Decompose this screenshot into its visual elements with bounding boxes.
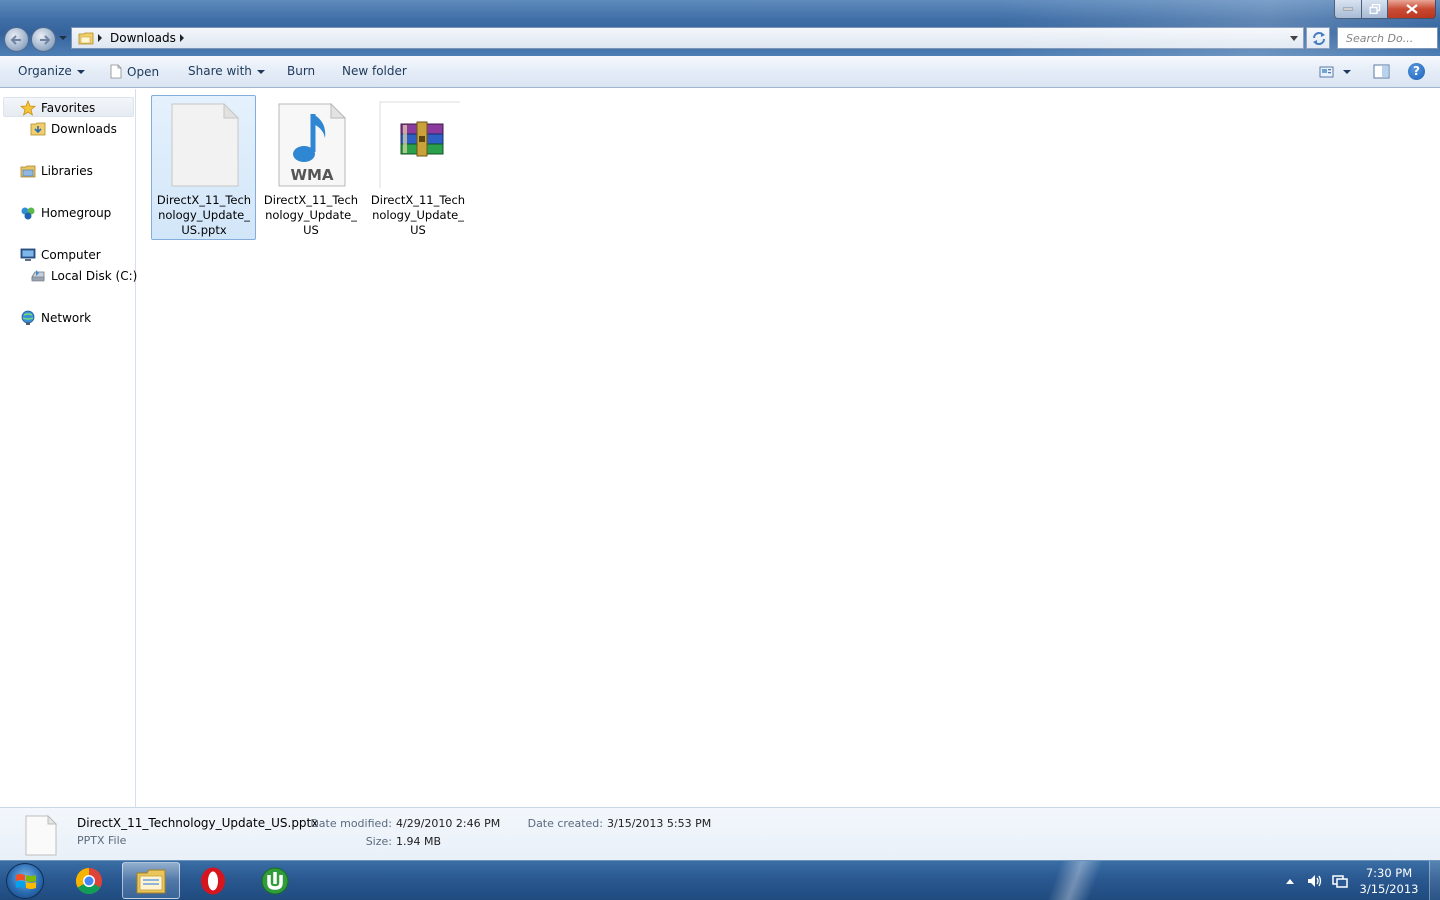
- computer-icon: [20, 248, 36, 261]
- refresh-button[interactable]: [1306, 27, 1330, 49]
- network-icon: [21, 310, 35, 325]
- homegroup-icon: [21, 207, 35, 220]
- file-item[interactable]: WMA DirectX_11_Technology_Update_US: [258, 95, 363, 240]
- burn-label: Burn: [287, 64, 316, 78]
- chevron-down-icon: [76, 69, 85, 74]
- hard-drive-icon: [31, 270, 45, 282]
- chrome-icon: [75, 867, 103, 894]
- wma-badge: WMA: [290, 166, 333, 184]
- navigation-pane: Favorites Downloads Libraries Homegroup …: [0, 89, 138, 807]
- arrow-left-icon: [10, 35, 21, 45]
- date-modified-value[interactable]: 4/29/2010 2:46 PM: [396, 817, 500, 830]
- explorer-icon: [136, 869, 166, 893]
- taskbar-utorrent-button[interactable]: [246, 862, 304, 899]
- title-bar: Downloads: [0, 0, 1440, 56]
- share-with-label: Share with: [188, 64, 252, 78]
- burn-button[interactable]: Burn: [287, 64, 315, 78]
- restore-button[interactable]: [1361, 0, 1388, 19]
- file-item[interactable]: DirectX_11_Technology_Update_US: [365, 95, 470, 240]
- help-icon[interactable]: ?: [1408, 63, 1425, 80]
- date-created-label: Date created:: [527, 817, 603, 830]
- volume-icon[interactable]: [1306, 873, 1324, 889]
- libraries-icon: [20, 165, 36, 178]
- refresh-icon: [1313, 32, 1325, 45]
- close-icon: [1405, 4, 1418, 14]
- downloads-folder-icon: [30, 122, 46, 136]
- nav-item-favorites[interactable]: Favorites: [3, 97, 134, 117]
- windows-logo-icon: [16, 874, 36, 889]
- details-file-type: PPTX File: [77, 834, 127, 847]
- file-name: DirectX_11_Technology_Update_US: [263, 193, 359, 237]
- date-modified-label: Date modified:: [310, 817, 392, 830]
- date-created-value[interactable]: 3/15/2013 5:53 PM: [607, 817, 711, 830]
- file-name: DirectX_11_Technology_Update_US: [370, 193, 466, 237]
- size-value: 1.94 MB: [396, 835, 442, 848]
- clock-time: 7:30 PM: [1365, 866, 1413, 880]
- winrar-archive-icon: [379, 101, 460, 188]
- file-item[interactable]: DirectX_11_Technology_Update_US.pptx: [151, 95, 256, 240]
- network-status-icon[interactable]: [1332, 873, 1348, 889]
- blank-document-icon: [171, 102, 240, 187]
- taskbar: 7:30 PM 3/15/2013: [0, 860, 1440, 900]
- nav-item-label: Homegroup: [41, 206, 112, 220]
- back-button[interactable]: [4, 27, 29, 52]
- nav-item-label: Local Disk (C:): [51, 269, 138, 283]
- wma-audio-icon: WMA: [278, 102, 347, 187]
- organize-button[interactable]: Organize: [18, 64, 85, 78]
- change-view-icon[interactable]: [1319, 65, 1335, 79]
- restore-icon: [1369, 4, 1380, 14]
- nav-item-label: Libraries: [41, 164, 93, 178]
- file-name: DirectX_11_Technology_Update_US.pptx: [156, 193, 252, 237]
- opera-icon: [201, 867, 225, 894]
- star-icon: [20, 100, 36, 116]
- new-folder-button[interactable]: New folder: [342, 64, 407, 78]
- clock-date: 3/15/2013: [1359, 882, 1419, 896]
- chevron-down-icon: [256, 69, 265, 74]
- blank-document-icon: [25, 814, 58, 856]
- start-button[interactable]: [6, 863, 44, 899]
- search-box[interactable]: [1337, 27, 1438, 49]
- search-input[interactable]: [1338, 28, 1437, 48]
- share-with-button[interactable]: Share with: [188, 64, 265, 78]
- command-bar: Organize Open Share with Burn New folder…: [0, 56, 1440, 88]
- forward-button[interactable]: [31, 27, 56, 52]
- size-label: Size:: [365, 835, 392, 848]
- minimize-icon: [1343, 7, 1353, 11]
- show-desktop-button[interactable]: [1429, 861, 1440, 900]
- recent-pages-dropdown-icon[interactable]: [59, 34, 67, 42]
- breadcrumb-separator[interactable]: [98, 34, 102, 42]
- details-pane: DirectX_11_Technology_Update_US.pptx PPT…: [0, 807, 1440, 860]
- folder-icon: [78, 32, 94, 45]
- breadcrumb-separator[interactable]: [180, 34, 184, 42]
- open-label: Open: [127, 65, 160, 79]
- organize-label: Organize: [18, 64, 72, 78]
- taskbar-chrome-button[interactable]: [60, 862, 118, 899]
- system-clock[interactable]: 7:30 PM 3/15/2013: [1350, 865, 1428, 897]
- address-dropdown-icon[interactable]: [1290, 36, 1298, 41]
- preview-pane-icon[interactable]: [1373, 64, 1390, 79]
- nav-item-label: Network: [41, 311, 92, 325]
- taskbar-opera-button[interactable]: [184, 862, 242, 899]
- utorrent-icon: [261, 867, 289, 894]
- address-bar[interactable]: Downloads: [71, 27, 1304, 49]
- document-icon: [110, 64, 122, 79]
- arrow-right-icon: [40, 35, 51, 45]
- file-list: DirectX_11_Technology_Update_US.pptx WMA…: [137, 89, 1440, 807]
- nav-item-label: Computer: [41, 248, 101, 262]
- new-folder-label: New folder: [342, 64, 407, 78]
- view-options-dropdown-icon[interactable]: [1343, 70, 1351, 74]
- details-file-name: DirectX_11_Technology_Update_US.pptx: [77, 816, 319, 830]
- close-button[interactable]: [1387, 0, 1436, 19]
- nav-item-label: Favorites: [41, 101, 96, 115]
- breadcrumb-downloads[interactable]: Downloads: [110, 31, 176, 45]
- minimize-button[interactable]: [1334, 0, 1362, 19]
- open-button[interactable]: Open: [110, 64, 159, 79]
- nav-item-label: Downloads: [51, 122, 117, 136]
- show-hidden-icons-icon[interactable]: [1286, 879, 1294, 884]
- taskbar-explorer-button[interactable]: [122, 862, 180, 899]
